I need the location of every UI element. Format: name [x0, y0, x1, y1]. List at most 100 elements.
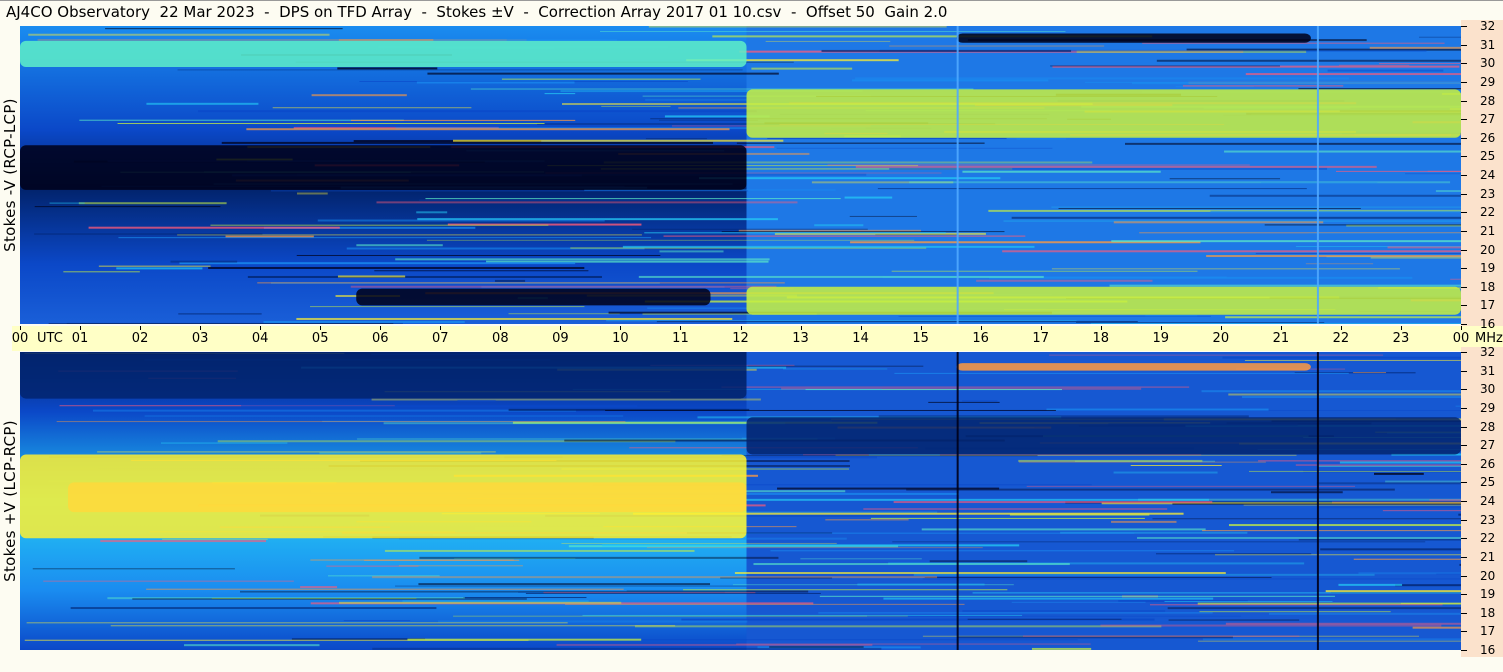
- frequency-tick-label: 21: [1480, 549, 1496, 564]
- noise-streak: [453, 139, 784, 142]
- noise-streak: [310, 559, 514, 561]
- noise-streak: [1152, 518, 1461, 520]
- noise-streak: [1255, 252, 1461, 254]
- noise-streak: [398, 565, 523, 567]
- noise-streak: [720, 577, 833, 579]
- noise-streak: [1338, 64, 1410, 66]
- noise-streak: [350, 285, 777, 288]
- noise-streak: [184, 644, 320, 647]
- noise-streak: [1336, 170, 1461, 172]
- noise-streak: [825, 519, 909, 521]
- noise-streak: [663, 235, 1026, 237]
- noise-streak: [310, 306, 585, 308]
- noise-streak: [48, 323, 394, 324]
- emission-band-0: [20, 40, 747, 67]
- frequency-tick-mark: [1461, 407, 1467, 409]
- frequency-tick-label: 25: [1480, 149, 1496, 164]
- noise-streak: [1405, 173, 1461, 175]
- frequency-tick-label: 29: [1480, 74, 1496, 89]
- frequency-tick-label: 27: [1480, 438, 1496, 453]
- noise-streak: [972, 592, 1461, 594]
- noise-streak: [1395, 584, 1461, 587]
- noise-streak: [1172, 503, 1461, 505]
- noise-streak: [97, 451, 496, 453]
- time-tick-mark: [920, 326, 922, 330]
- time-tick-mark: [680, 326, 682, 330]
- noise-streak: [1419, 36, 1461, 38]
- noise-streak: [906, 488, 1395, 491]
- noise-streak: [1090, 322, 1461, 324]
- emission-band-1: [20, 145, 747, 190]
- frequency-tick-label: 22: [1480, 531, 1496, 546]
- noise-streak: [338, 601, 622, 604]
- noise-streak: [319, 452, 482, 454]
- frequency-tick-mark: [1461, 286, 1467, 288]
- noise-streak: [1199, 611, 1391, 613]
- time-tick-label: 00: [1452, 331, 1470, 346]
- noise-streak: [1156, 59, 1461, 62]
- noise-streak: [300, 586, 338, 589]
- frequency-tick-mark: [1461, 137, 1467, 139]
- frequency-tick-label: 22: [1480, 205, 1496, 220]
- noise-streak: [1076, 322, 1325, 324]
- frequency-tick-mark: [1461, 44, 1467, 46]
- frequency-tick-mark: [1461, 63, 1467, 65]
- noise-streak: [1164, 601, 1333, 603]
- frequency-tick-mark: [1461, 575, 1467, 577]
- time-tick-mark: [980, 326, 982, 330]
- noise-streak: [1198, 640, 1461, 642]
- frequency-tick-mark: [1461, 463, 1467, 465]
- event-line-0: [956, 352, 959, 650]
- noise-streak: [34, 206, 221, 208]
- frequency-tick-mark: [1461, 501, 1467, 502]
- event-line-1: [1316, 352, 1319, 650]
- frequency-tick-label: 32: [1480, 345, 1496, 359]
- noise-streak: [1353, 558, 1461, 560]
- frequency-tick-mark: [1461, 556, 1467, 558]
- noise-streak: [501, 78, 701, 80]
- noise-streak: [857, 583, 985, 586]
- noise-streak: [1011, 216, 1461, 219]
- noise-streak: [863, 508, 1168, 510]
- noise-streak: [922, 578, 1461, 580]
- noise-streak: [736, 142, 985, 144]
- noise-streak: [247, 275, 602, 278]
- top-border: [0, 0, 1503, 1]
- frequency-tick-mark: [1461, 594, 1467, 596]
- frequency-tick-label: 20: [1480, 568, 1496, 583]
- time-tick-label: 00: [11, 331, 29, 346]
- spectrogram-stokes-minus-v: [20, 26, 1461, 324]
- noise-streak: [1325, 590, 1461, 593]
- noise-streak: [601, 105, 671, 107]
- noise-streak: [1113, 471, 1218, 474]
- noise-streak: [1206, 255, 1461, 258]
- noise-streak: [32, 568, 235, 570]
- noise-streak: [855, 165, 1377, 168]
- frequency-tick-mark: [1461, 212, 1467, 214]
- time-tick-label: 12: [732, 331, 749, 346]
- noise-streak: [1271, 491, 1343, 494]
- frequency-tick-label: 27: [1480, 112, 1496, 127]
- frequency-tick-label: 23: [1480, 186, 1496, 201]
- y-axis-label-bottom: Stokes +V (LCP-RCP): [1, 420, 20, 582]
- noise-streak: [1026, 485, 1356, 487]
- noise-streak: [1149, 604, 1443, 606]
- frequency-tick-label: 25: [1480, 475, 1496, 490]
- noise-streak: [570, 639, 1078, 641]
- noise-streak: [736, 643, 1091, 645]
- noise-streak: [889, 167, 1328, 170]
- noise-streak: [648, 26, 947, 28]
- noise-streak: [600, 31, 1066, 33]
- utc-axis-label: UTC: [37, 331, 63, 346]
- noise-streak: [1145, 315, 1198, 317]
- y-axis-label-bottom-wrap: Stokes +V (LCP-RCP): [0, 352, 20, 650]
- emission-band-3: [956, 33, 1311, 43]
- spectrogram-top-svg: [20, 26, 1461, 324]
- time-tick-label: 07: [432, 331, 449, 346]
- noise-streak: [1100, 624, 1442, 627]
- time-tick-mark: [1280, 326, 1282, 330]
- noise-streak: [1031, 647, 1092, 650]
- noise-streak: [721, 231, 1005, 233]
- noise-streak: [1435, 190, 1461, 193]
- noise-streak: [656, 321, 1138, 323]
